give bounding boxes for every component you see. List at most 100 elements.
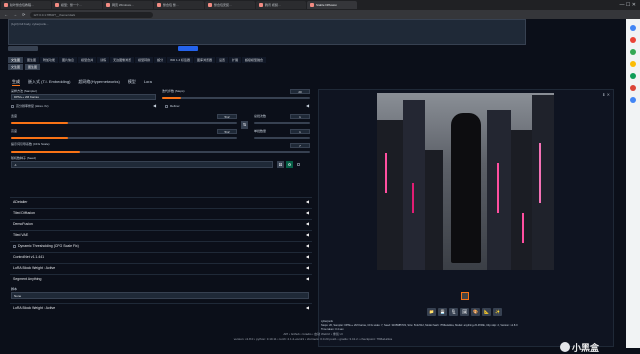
top-tab[interactable]: 图生图 bbox=[24, 57, 40, 63]
add-icon[interactable] bbox=[630, 97, 636, 103]
batch-count-slider[interactable] bbox=[254, 122, 310, 124]
outlook-icon[interactable] bbox=[630, 85, 636, 91]
width-input[interactable]: 512 bbox=[217, 114, 237, 119]
vae-toggle[interactable] bbox=[178, 46, 198, 51]
parameter-panel: 采样方法 (Sampler) DPM++ 2M Karras 迭代步数 (Ste… bbox=[10, 89, 312, 347]
star-icon[interactable]: ✨ bbox=[493, 308, 502, 316]
search-icon[interactable] bbox=[630, 25, 636, 31]
batch-size-input[interactable]: 1 bbox=[290, 129, 310, 134]
favicon-icon bbox=[106, 3, 110, 7]
browser-tab[interactable]: Stable Diffusion bbox=[307, 1, 357, 9]
url-field[interactable]: 127.0.0.1:7860/?__theme=dark bbox=[30, 11, 154, 18]
browser-tab[interactable]: 整合包安装… bbox=[205, 1, 255, 9]
hires-fix-checkbox[interactable]: 高分辨率修复 (Hires. fix) bbox=[11, 104, 49, 108]
favorite-icon[interactable] bbox=[630, 37, 636, 43]
top-tab[interactable]: 超分 bbox=[154, 57, 167, 63]
width-slider[interactable] bbox=[11, 122, 237, 124]
dice-icon[interactable]: ⚄ bbox=[277, 161, 284, 168]
script-select[interactable]: None bbox=[11, 292, 309, 299]
tab-txt2img[interactable]: 文生图 bbox=[8, 64, 24, 70]
browser-tab-label: Stable Diffusion bbox=[316, 3, 337, 7]
top-tab[interactable]: 设置 bbox=[216, 57, 229, 63]
accordion-lora-block-weight-2[interactable]: LoRA Block Weight : Active ◀ bbox=[10, 303, 312, 312]
swap-dimensions-icon[interactable]: ⇅ bbox=[241, 121, 248, 129]
tab-img2img[interactable]: 图生图 bbox=[25, 64, 41, 70]
accordion-item[interactable]: Segment Anything ◀ bbox=[10, 274, 312, 283]
browser-tab-label: 网页 Windows… bbox=[112, 3, 135, 7]
zip-icon[interactable]: 🗜 bbox=[449, 308, 458, 316]
generation-tab[interactable]: 生成 bbox=[12, 79, 20, 86]
window-controls[interactable]: — ☐ ✕ bbox=[620, 2, 640, 8]
cfg-slider[interactable] bbox=[11, 151, 310, 153]
generation-tab[interactable]: 超网络(Hypernetworks) bbox=[78, 79, 119, 86]
recycle-icon[interactable]: ♻ bbox=[286, 161, 293, 168]
browser-tab[interactable]: 整合包 整… bbox=[154, 1, 204, 9]
hires-expand-icon[interactable]: ◀ bbox=[153, 103, 156, 108]
seed-label: 随机数种子 (Seed) bbox=[11, 156, 36, 160]
caret-left-icon: ◀ bbox=[305, 243, 309, 248]
checkpoint-select[interactable] bbox=[8, 46, 38, 51]
browser-tab-label: 秋叶整合包教程… bbox=[10, 3, 35, 7]
tools-icon[interactable] bbox=[630, 49, 636, 55]
top-tab[interactable]: 文生图 bbox=[8, 57, 24, 63]
top-tab[interactable]: 无边图像浏览 bbox=[110, 57, 135, 63]
accordion-item[interactable]: ControlNet v1.1.441 ◀ bbox=[10, 252, 312, 261]
browser-tab[interactable]: 秋叶整合包教程… bbox=[1, 1, 51, 9]
browser-tab[interactable]: 腾讯 视频… bbox=[256, 1, 306, 9]
accordion-item[interactable]: Tiled Diffusion ◀ bbox=[10, 208, 312, 217]
browser-tab[interactable]: 网页 Windows… bbox=[103, 1, 153, 9]
gallery-controls[interactable]: ⬇ ✕ bbox=[602, 92, 610, 97]
height-slider[interactable] bbox=[11, 137, 237, 139]
accordion-item[interactable]: Dynamic Thresholding (CFG Scale Fix) ◀ bbox=[10, 241, 312, 250]
xiaoheihe-logo-icon bbox=[560, 342, 570, 352]
top-tab[interactable]: 超级模型融合 bbox=[242, 57, 267, 63]
steps-label: 迭代步数 (Steps) bbox=[162, 89, 185, 93]
favicon-icon bbox=[208, 3, 212, 7]
gallery-thumbnail[interactable] bbox=[461, 292, 469, 300]
batch-size-slider[interactable] bbox=[254, 137, 310, 139]
height-input[interactable]: 512 bbox=[217, 129, 237, 134]
generation-tab[interactable]: Lora bbox=[144, 79, 152, 86]
accordion-label: Tiled VAE bbox=[13, 233, 29, 237]
palette-icon[interactable]: 🎨 bbox=[471, 308, 480, 316]
forward-icon[interactable]: → bbox=[13, 12, 17, 17]
accordion-item[interactable]: DemoFusion ◀ bbox=[10, 219, 312, 228]
top-tab[interactable]: 模型合并 bbox=[78, 57, 97, 63]
top-tab[interactable]: 扩展 bbox=[229, 57, 242, 63]
top-tab[interactable]: 图库浏览器 bbox=[193, 57, 215, 63]
extra-seed-checkbox[interactable] bbox=[297, 162, 302, 166]
back-icon[interactable]: ← bbox=[4, 12, 8, 17]
accordion-item[interactable]: ADetailer ◀ bbox=[10, 197, 312, 206]
top-tab[interactable]: WD 1.4 标签器 bbox=[167, 57, 193, 63]
cfg-input[interactable]: 7 bbox=[290, 143, 310, 148]
favicon-icon bbox=[55, 3, 59, 7]
refiner-checkbox[interactable]: Refiner bbox=[165, 104, 180, 108]
generation-tab[interactable]: 模型 bbox=[128, 79, 136, 86]
folder-icon[interactable]: 📁 bbox=[427, 308, 436, 316]
top-tab[interactable]: 模型转换 bbox=[135, 57, 154, 63]
reload-icon[interactable]: ⟳ bbox=[22, 12, 25, 17]
steps-input[interactable]: 20 bbox=[290, 89, 310, 94]
generated-image[interactable] bbox=[377, 93, 554, 270]
top-tab[interactable]: 图片信息 bbox=[59, 57, 78, 63]
office-icon[interactable] bbox=[630, 73, 636, 79]
accordion-item[interactable]: Tiled VAE ◀ bbox=[10, 230, 312, 239]
refiner-expand-icon[interactable]: ◀ bbox=[306, 103, 309, 108]
address-bar: ← → ⟳ 127.0.0.1:7860/?__theme=dark bbox=[0, 10, 640, 19]
browser-tab[interactable]: 模型：整一个… bbox=[52, 1, 102, 9]
prompt-text: (1girl) full body, cyberpunk... bbox=[11, 22, 49, 26]
batch-count-input[interactable]: 1 bbox=[290, 114, 310, 119]
resize-icon[interactable]: 📐 bbox=[482, 308, 491, 316]
cfg-label: 提示词引导系数 (CFG Scale) bbox=[11, 142, 50, 146]
sampler-select[interactable]: DPM++ 2M Karras bbox=[11, 94, 156, 100]
top-tab[interactable]: 训练 bbox=[97, 57, 110, 63]
steps-slider[interactable] bbox=[162, 97, 310, 99]
games-icon[interactable] bbox=[630, 61, 636, 67]
top-tab[interactable]: 附加功能 bbox=[40, 57, 59, 63]
prompt-textarea[interactable]: (1girl) full body, cyberpunk... bbox=[8, 19, 526, 45]
seed-input[interactable]: -1 bbox=[11, 161, 273, 168]
save-icon[interactable]: 💾 bbox=[438, 308, 447, 316]
generation-tab[interactable]: 嵌入式 (T.I. Embedding) bbox=[28, 79, 70, 86]
image-icon[interactable]: 🖼 bbox=[460, 308, 469, 316]
accordion-item[interactable]: LoRA Block Weight : Active ◀ bbox=[10, 263, 312, 272]
